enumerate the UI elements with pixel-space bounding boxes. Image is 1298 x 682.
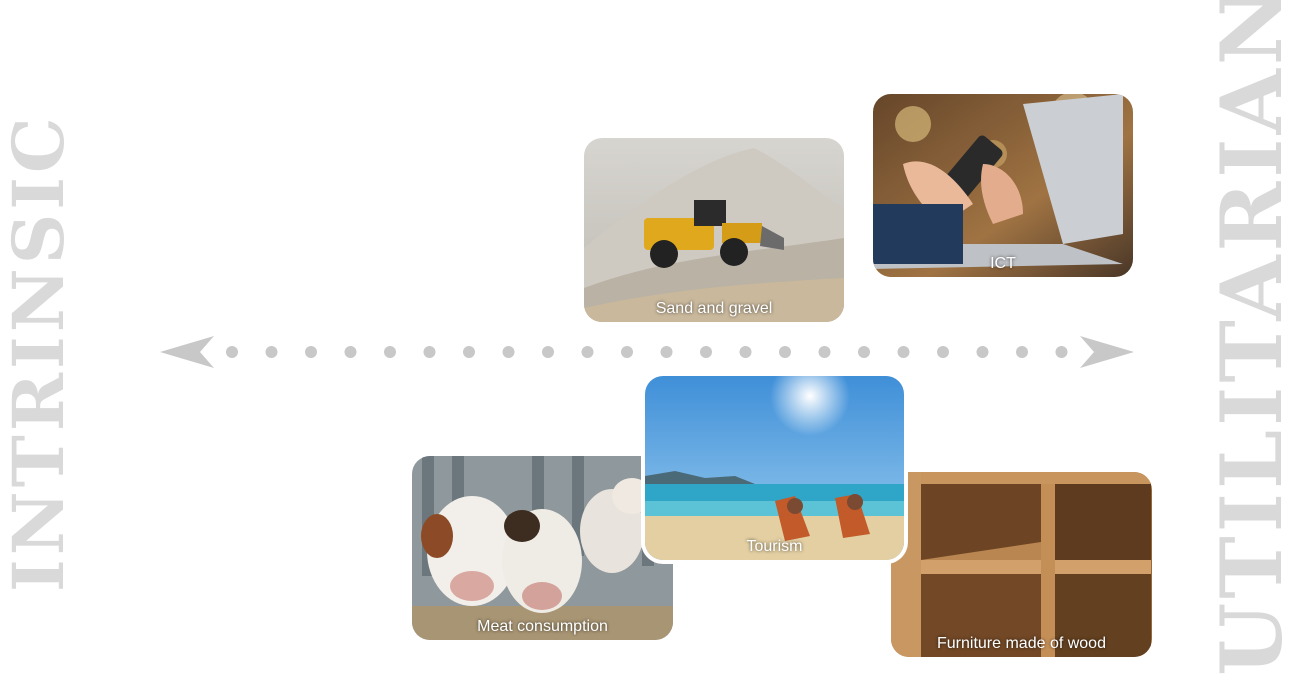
axis-dot bbox=[226, 346, 238, 358]
axis-dot bbox=[660, 346, 673, 358]
axis-dot bbox=[542, 346, 554, 358]
furniture-caption: Furniture made of wood bbox=[937, 635, 1106, 652]
ict-caption: ICT bbox=[990, 255, 1016, 272]
meat-consumption-image bbox=[412, 456, 673, 640]
axis-dot bbox=[621, 346, 633, 358]
ict-image bbox=[873, 94, 1133, 277]
axis-dot bbox=[779, 346, 791, 358]
axis-dot bbox=[937, 346, 949, 358]
ict-card: ICT bbox=[873, 94, 1133, 277]
axis-dot bbox=[463, 346, 475, 358]
sand-gravel-caption: Sand and gravel bbox=[655, 300, 773, 317]
axis-dot bbox=[265, 346, 278, 358]
axis-dot bbox=[897, 346, 910, 358]
axis-dot bbox=[344, 346, 357, 358]
axis-dot bbox=[858, 346, 870, 358]
axis-dot bbox=[384, 346, 396, 358]
tourism-card: Tourism bbox=[645, 376, 904, 560]
sand-gravel-image bbox=[584, 138, 844, 322]
tourism-caption: Tourism bbox=[746, 538, 803, 555]
axis-dot bbox=[700, 346, 712, 358]
axis-dot bbox=[1016, 346, 1028, 358]
axis-dot bbox=[581, 346, 594, 358]
axis-dot bbox=[305, 346, 317, 358]
sand-gravel-card: Sand and gravel bbox=[584, 138, 844, 322]
axis-dot bbox=[502, 346, 515, 358]
axis-dot bbox=[739, 346, 752, 358]
meat-consumption-caption: Meat consumption bbox=[477, 618, 608, 635]
meat-consumption-card: Meat consumption bbox=[412, 456, 673, 640]
axis-dot bbox=[976, 346, 989, 358]
axis-dot bbox=[818, 346, 831, 358]
axis-dot bbox=[1055, 346, 1068, 358]
axis-dots bbox=[226, 346, 1068, 358]
axis-dot bbox=[423, 346, 436, 358]
furniture-image bbox=[891, 472, 1152, 657]
tourism-image bbox=[645, 376, 904, 560]
axis-arrowhead-left bbox=[160, 336, 214, 368]
furniture-card: Furniture made of wood bbox=[891, 472, 1152, 657]
axis-arrowhead-right bbox=[1080, 336, 1134, 368]
